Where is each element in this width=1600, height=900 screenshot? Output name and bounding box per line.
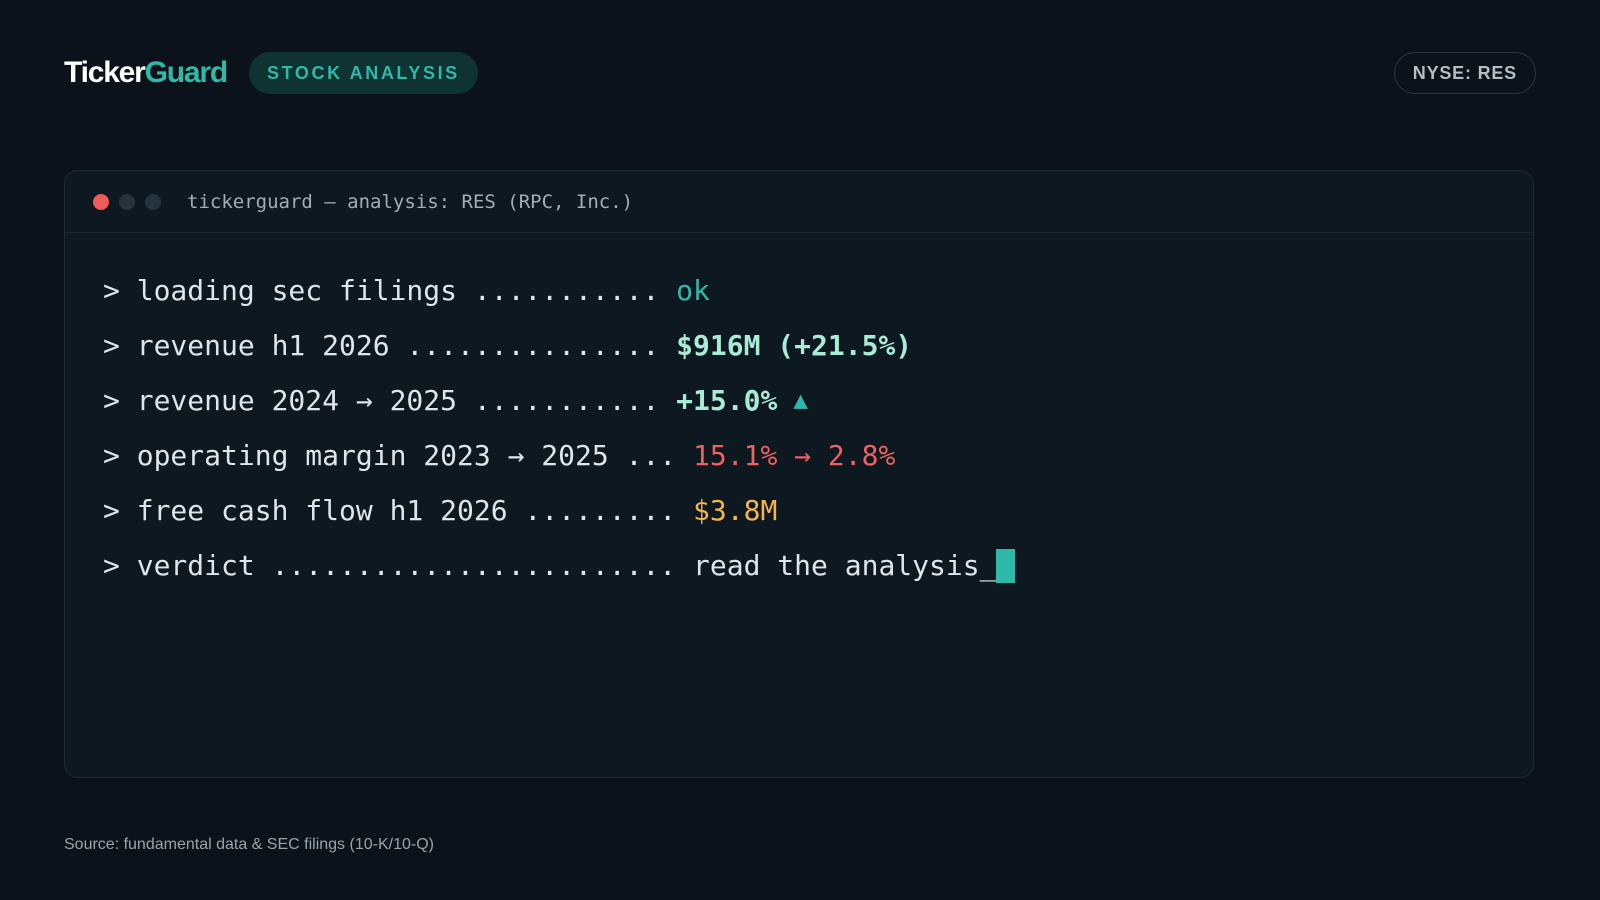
- line-value-operating-margin: 15.1% → 2.8%: [693, 439, 896, 472]
- block-cursor-icon: [996, 548, 1016, 583]
- line-value-free-cash-flow: $3.8M: [693, 494, 778, 527]
- terminal-line-revenue-growth: > revenue 2024 → 2025 ........... +15.0%…: [103, 373, 1533, 428]
- maximize-dot-icon[interactable]: [145, 193, 161, 210]
- up-triangle-icon: ▲: [793, 386, 808, 414]
- terminal-titlebar: tickerguard — analysis: RES (RPC, Inc.): [65, 171, 1533, 233]
- line-label: > revenue h1 2026 ...............: [103, 329, 677, 362]
- terminal-line-verdict: > verdict ........................ read …: [103, 538, 1533, 593]
- line-label: > free cash flow h1 2026 .........: [103, 494, 694, 527]
- logo-text-ticker: Ticker: [64, 56, 146, 89]
- terminal-line-operating-margin: > operating margin 2023 → 2025 ... 15.1%…: [103, 428, 1533, 483]
- line-value-revenue-h1: $916M (+21.5%): [676, 329, 913, 362]
- terminal-body: > loading sec filings ........... ok > r…: [65, 233, 1533, 593]
- ticker-badge: NYSE: RES: [1393, 52, 1536, 94]
- line-value-revenue-growth: +15.0%: [676, 384, 778, 417]
- line-value-verdict[interactable]: read the analysis_: [693, 538, 996, 593]
- line-label: > verdict ........................: [103, 549, 694, 582]
- line-label: > loading sec filings ...........: [103, 274, 677, 307]
- terminal-window: tickerguard — analysis: RES (RPC, Inc.) …: [64, 170, 1534, 778]
- line-value-status: ok: [676, 274, 710, 307]
- logo-text-guard: Guard: [144, 56, 229, 89]
- terminal-line-filings: > loading sec filings ........... ok: [103, 263, 1533, 318]
- minimize-dot-icon[interactable]: [119, 193, 135, 210]
- line-label: > operating margin 2023 → 2025 ...: [103, 439, 694, 472]
- logo[interactable]: TickerGuard: [64, 52, 229, 94]
- close-dot-icon[interactable]: [93, 193, 109, 210]
- terminal-title: tickerguard — analysis: RES (RPC, Inc.): [187, 190, 634, 213]
- line-label: > revenue 2024 → 2025 ...........: [103, 384, 677, 417]
- terminal-line-revenue-h1: > revenue h1 2026 ............... $916M …: [103, 318, 1533, 373]
- header: TickerGuard STOCK ANALYSIS NYSE: RES: [64, 52, 1536, 94]
- terminal-line-free-cash-flow: > free cash flow h1 2026 ......... $3.8M: [103, 483, 1533, 538]
- source-note: Source: fundamental data & SEC filings (…: [64, 836, 434, 853]
- stock-analysis-badge: STOCK ANALYSIS: [249, 52, 478, 94]
